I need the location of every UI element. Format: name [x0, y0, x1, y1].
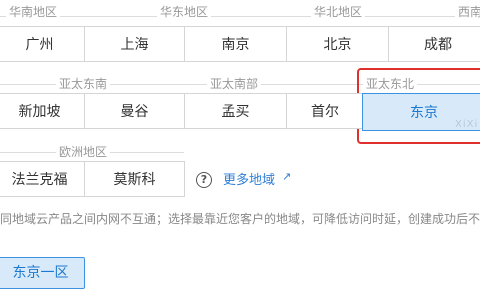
region-button-frankfurt[interactable]: 法兰克福 [0, 161, 85, 197]
region-button-guangzhou[interactable]: 广州 [0, 26, 85, 62]
region-button-seoul[interactable]: 首尔 [286, 93, 364, 129]
region-button-nanjing[interactable]: 南京 [184, 26, 287, 62]
external-link-icon[interactable]: ↗ [282, 170, 291, 183]
availability-zone-button-tokyo-1[interactable]: 东京一区 [0, 257, 85, 289]
group-label-south-china: 华南地区 [6, 0, 61, 24]
region-button-mumbai[interactable]: 孟买 [184, 93, 287, 129]
region-button-shanghai[interactable]: 上海 [84, 26, 185, 62]
region-button-bangkok[interactable]: 曼谷 [84, 93, 185, 129]
question-circle-icon[interactable]: ? [196, 172, 212, 188]
region-button-chengdu[interactable]: 成都 [388, 26, 480, 62]
watermark-text: XiXi [455, 119, 479, 130]
region-button-moscow[interactable]: 莫斯科 [84, 161, 185, 197]
region-button-beijing[interactable]: 北京 [286, 26, 389, 62]
group-label-southwest: 西南 [455, 0, 480, 24]
group-label-north-china: 华北地区 [311, 0, 366, 24]
group-divider [0, 16, 480, 17]
region-notice-text: 同地域云产品之间内网不互通；选择最靠近您客户的地域，可降低访问时延，创建成功后不… [0, 212, 480, 226]
group-label-east-china: 华东地区 [157, 0, 212, 24]
region-button-singapore[interactable]: 新加坡 [0, 93, 85, 129]
more-regions-link[interactable]: 更多地域 [223, 169, 275, 188]
